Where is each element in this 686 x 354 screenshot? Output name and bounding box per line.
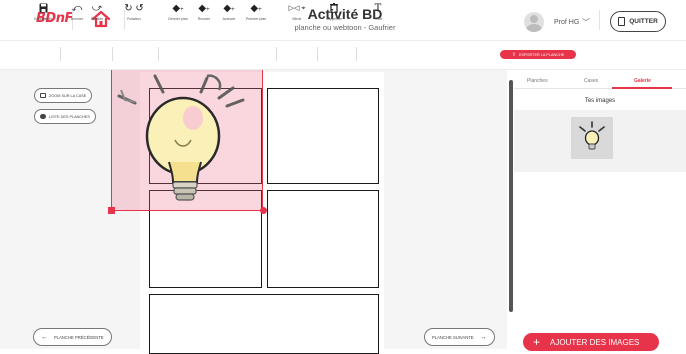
save-icon xyxy=(39,3,48,14)
redo-button[interactable]: ⤻ Rétablir xyxy=(80,3,114,21)
rotate-icon: ↻ ↺ xyxy=(124,3,144,14)
comic-cell[interactable] xyxy=(267,190,379,288)
page-list-button[interactable]: LISTE DES PLANCHES xyxy=(34,109,96,124)
lightbulb-image[interactable] xyxy=(111,70,263,211)
layers-icon: ◆+ xyxy=(198,3,210,14)
move-forward-label: Avancer xyxy=(222,17,236,21)
chevron-down-icon[interactable]: ﹀ xyxy=(582,17,590,28)
text-button[interactable]: T Texte xyxy=(361,3,395,21)
mirror-label: Miroir xyxy=(292,17,302,21)
active-tab-indicator xyxy=(612,87,672,89)
tab-galerie[interactable]: Galerie xyxy=(634,78,651,84)
image-icon xyxy=(40,93,46,98)
arrow-right-icon: → xyxy=(479,333,487,341)
save-label: Enregistrer xyxy=(34,17,52,21)
export-button[interactable]: ⇪ EXPORTER LA PLANCHE xyxy=(500,50,576,59)
zoom-cell-label: ZOOM SUR LA CASE xyxy=(49,93,87,98)
toolbar-divider xyxy=(60,47,61,61)
layers-icon xyxy=(40,114,46,119)
export-icon: ⇪ xyxy=(511,51,516,58)
redo-icon: ⤻ xyxy=(91,3,103,14)
trash-icon xyxy=(330,3,338,14)
rotation-label: Rotation xyxy=(127,17,141,21)
bring-front-label: Premier plan xyxy=(245,17,267,21)
toolbar xyxy=(0,40,686,68)
next-page-button[interactable]: PLANCHE SUIVANTE → xyxy=(424,328,495,346)
zoom-cell-button[interactable]: ZOOM SUR LA CASE xyxy=(34,88,93,103)
export-label: EXPORTER LA PLANCHE xyxy=(518,52,565,57)
comic-cell[interactable] xyxy=(149,294,379,354)
previous-page-label: PLANCHE PRÉCÉDENTE xyxy=(54,334,104,340)
arrow-left-icon: ← xyxy=(41,333,48,341)
quit-label: QUITTER xyxy=(629,18,658,25)
bring-front-button[interactable]: ◆+ Premier plan xyxy=(239,3,273,21)
add-images-label: AJOUTER DES IMAGES xyxy=(550,337,640,347)
scrollbar[interactable] xyxy=(509,80,513,312)
mirror-icon: ▷◁ ⌖ xyxy=(288,5,306,12)
toolbar-divider xyxy=(356,47,357,61)
toolbar-divider xyxy=(112,47,113,61)
page-list-label: LISTE DES PLANCHES xyxy=(49,114,90,119)
comic-cell[interactable] xyxy=(267,88,379,184)
tab-planches[interactable]: Planches xyxy=(527,78,548,84)
rotation-button[interactable]: ↻ ↺ Rotation xyxy=(117,3,151,21)
layers-icon: ◆+ xyxy=(172,3,184,14)
toolbar-divider xyxy=(158,47,159,61)
text-icon: T xyxy=(374,3,382,14)
next-page-label: PLANCHE SUIVANTE xyxy=(432,334,474,340)
toolbar-divider xyxy=(317,47,318,61)
save-button[interactable]: Enregistrer xyxy=(26,3,60,21)
activity-subtitle: planche ou webtoon - Gaufrier xyxy=(294,23,396,32)
previous-page-button[interactable]: ← PLANCHE PRÉCÉDENTE xyxy=(33,328,112,346)
resize-handle[interactable] xyxy=(108,207,115,214)
mirror-button[interactable]: ▷◁ ⌖ Miroir xyxy=(280,3,314,21)
layers-icon: ◆+ xyxy=(250,3,262,14)
delete-button[interactable]: Supprimer xyxy=(317,3,351,21)
move-back-label: Reculer xyxy=(197,17,211,21)
redo-label: Rétablir xyxy=(90,17,104,21)
layers-icon: ◆+ xyxy=(223,3,235,14)
divider xyxy=(599,10,600,30)
user-name: Prof HG xyxy=(554,19,580,26)
exit-icon xyxy=(618,17,626,26)
tab-cases[interactable]: Cases xyxy=(584,78,598,84)
plus-icon: + xyxy=(533,335,541,349)
rotate-handle[interactable] xyxy=(260,207,267,214)
lightbulb-icon xyxy=(579,121,605,150)
toolbar-divider xyxy=(276,47,277,61)
avatar xyxy=(524,12,544,32)
add-images-button[interactable]: + AJOUTER DES IMAGES xyxy=(523,333,659,351)
gallery-image-lightbulb[interactable] xyxy=(571,117,613,159)
quit-button[interactable]: QUITTER xyxy=(610,11,666,32)
text-label: Texte xyxy=(373,17,383,21)
gallery-heading: Tes images xyxy=(584,98,616,104)
delete-label: Supprimer xyxy=(325,17,343,21)
send-back-label: Dernier plan xyxy=(168,17,188,21)
